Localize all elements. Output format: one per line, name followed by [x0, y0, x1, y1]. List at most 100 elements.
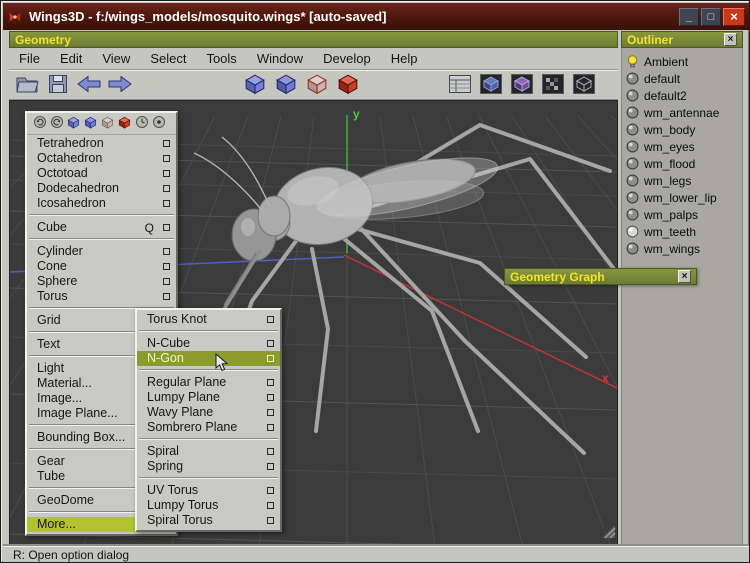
submenu-item-n-gon[interactable]: N-Gon [137, 351, 280, 366]
submenu-item-torus-knot[interactable]: Torus Knot [137, 312, 280, 327]
forward-arrow-button[interactable] [106, 74, 133, 98]
option-box[interactable] [267, 379, 274, 386]
menubar-item-view[interactable]: View [92, 48, 140, 70]
menu-item-cube[interactable]: CubeQ [27, 220, 176, 235]
open-folder-button[interactable] [13, 74, 40, 98]
menu-item-cylinder[interactable]: Cylinder [27, 244, 176, 259]
textured-view-button[interactable] [539, 74, 566, 98]
option-box[interactable] [163, 170, 170, 177]
clock-button[interactable] [134, 117, 149, 132]
geometry-graph-button[interactable] [446, 74, 473, 98]
outliner-item-wm-teeth[interactable]: wm_teeth [622, 223, 742, 240]
repeat-button[interactable] [151, 117, 166, 132]
shaded-view-button[interactable] [477, 74, 504, 98]
edge-mode-button[interactable] [272, 74, 299, 98]
submenu-item-sombrero-plane[interactable]: Sombrero Plane [137, 420, 280, 435]
outliner-item-ambient[interactable]: Ambient [622, 53, 742, 70]
maximize-button[interactable]: □ [701, 8, 721, 26]
menu-item-tetrahedron[interactable]: Tetrahedron [27, 136, 176, 151]
submenu-item-lumpy-torus[interactable]: Lumpy Torus [137, 498, 280, 513]
option-box[interactable] [267, 487, 274, 494]
submenu-item-wavy-plane[interactable]: Wavy Plane [137, 405, 280, 420]
option-box[interactable] [163, 140, 170, 147]
outliner-item-wm-legs[interactable]: wm_legs [622, 172, 742, 189]
outliner-item-default[interactable]: default [622, 70, 742, 87]
menu-item-icosahedron[interactable]: Icosahedron [27, 196, 176, 211]
menu-item-octahedron[interactable]: Octahedron [27, 151, 176, 166]
outliner-panel-header[interactable]: Outliner × [621, 31, 743, 48]
outliner-item-wm-flood[interactable]: wm_flood [622, 155, 742, 172]
face-mini-button[interactable] [100, 117, 115, 132]
option-box[interactable] [267, 355, 274, 362]
submenu-item-lumpy-plane[interactable]: Lumpy Plane [137, 390, 280, 405]
option-box[interactable] [267, 316, 274, 323]
submenu-item-regular-plane[interactable]: Regular Plane [137, 375, 280, 390]
more-submenu: Torus KnotN-CubeN-GonRegular PlaneLumpy … [135, 308, 282, 532]
option-box[interactable] [163, 200, 170, 207]
option-box[interactable] [163, 224, 170, 231]
menubar-item-file[interactable]: File [9, 48, 50, 70]
menu-item-cone[interactable]: Cone [27, 259, 176, 274]
submenu-item-spiral-torus[interactable]: Spiral Torus [137, 513, 280, 528]
option-box[interactable] [267, 448, 274, 455]
geometry-graph-close-button[interactable]: × [678, 270, 691, 283]
outliner-item-default2[interactable]: default2 [622, 87, 742, 104]
outliner-close-button[interactable]: × [724, 33, 737, 46]
menubar-item-develop[interactable]: Develop [313, 48, 381, 70]
outliner-item-wm-palps[interactable]: wm_palps [622, 206, 742, 223]
option-box[interactable] [163, 185, 170, 192]
menubar-item-edit[interactable]: Edit [50, 48, 92, 70]
menu-item-torus[interactable]: Torus [27, 289, 176, 304]
viewport-resize-grip[interactable] [601, 524, 616, 544]
outliner-item-wm-eyes[interactable]: wm_eyes [622, 138, 742, 155]
menu-item-sphere[interactable]: Sphere [27, 274, 176, 289]
submenu-item-spring[interactable]: Spring [137, 459, 280, 474]
titlebar[interactable]: Wings3D - f:/wings_models/mosquito.wings… [3, 3, 749, 30]
outliner-item-wm-antennae[interactable]: wm_antennae [622, 104, 742, 121]
option-box[interactable] [163, 263, 170, 270]
outliner-item-label: wm_wings [644, 242, 700, 256]
menubar-item-select[interactable]: Select [140, 48, 196, 70]
menu-item-dodecahedron[interactable]: Dodecahedron [27, 181, 176, 196]
close-button[interactable]: × [723, 8, 745, 26]
option-box[interactable] [267, 394, 274, 401]
submenu-item-spiral[interactable]: Spiral [137, 444, 280, 459]
minimize-button[interactable]: _ [679, 8, 699, 26]
option-box[interactable] [267, 409, 274, 416]
option-box[interactable] [163, 278, 170, 285]
light-icon [626, 55, 639, 68]
menubar-item-window[interactable]: Window [247, 48, 313, 70]
wireframe-view-button[interactable] [570, 74, 597, 98]
vertex-mini-button[interactable] [66, 117, 81, 132]
edge-mini-button[interactable] [83, 117, 98, 132]
option-box[interactable] [267, 340, 274, 347]
menubar-item-help[interactable]: Help [381, 48, 428, 70]
menu-item-octotoad[interactable]: Octotoad [27, 166, 176, 181]
geometry-graph-titlebar[interactable]: Geometry Graph × [504, 268, 697, 285]
vertex-mode-button[interactable] [241, 74, 268, 98]
undo-button[interactable] [32, 117, 47, 132]
geometry-panel-header[interactable]: Geometry [9, 31, 618, 48]
option-box[interactable] [267, 463, 274, 470]
outliner-item-wm-body[interactable]: wm_body [622, 121, 742, 138]
option-box[interactable] [163, 155, 170, 162]
submenu-item-uv-torus[interactable]: UV Torus [137, 483, 280, 498]
option-box[interactable] [163, 293, 170, 300]
body-mini-button[interactable] [117, 117, 132, 132]
smooth-view-button[interactable] [508, 74, 535, 98]
option-box[interactable] [267, 424, 274, 431]
outliner-item-wm-wings[interactable]: wm_wings [622, 240, 742, 257]
face-mode-button[interactable] [303, 74, 330, 98]
option-box[interactable] [163, 248, 170, 255]
redo-button[interactable] [49, 117, 64, 132]
option-box[interactable] [267, 517, 274, 524]
save-button[interactable] [44, 74, 71, 98]
menu-item-label: Material... [37, 376, 92, 391]
option-box[interactable] [267, 502, 274, 509]
outliner-item-wm-lower-lip[interactable]: wm_lower_lip [622, 189, 742, 206]
menubar-item-tools[interactable]: Tools [196, 48, 246, 70]
submenu-item-n-cube[interactable]: N-Cube [137, 336, 280, 351]
material-icon [626, 72, 639, 85]
body-mode-button[interactable] [334, 74, 361, 98]
back-arrow-button[interactable] [75, 74, 102, 98]
